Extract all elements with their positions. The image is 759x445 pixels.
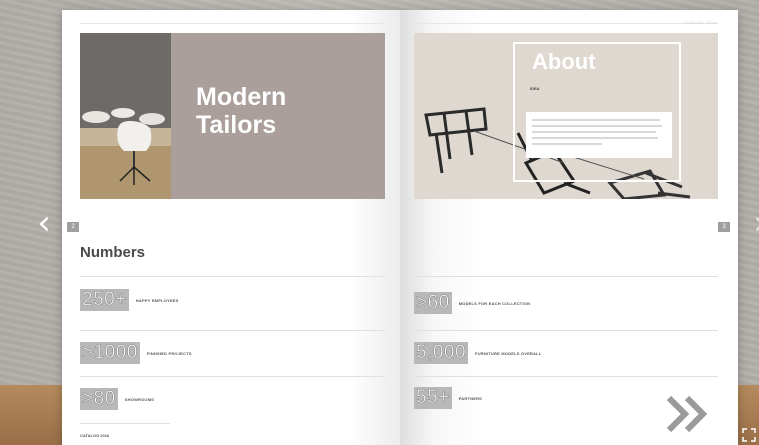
text-line (532, 143, 602, 145)
stat-value: >80 (80, 388, 118, 410)
hero-title-line1: Modern (196, 83, 287, 111)
double-chevron-right-icon[interactable] (665, 394, 711, 434)
header-tag: CATALOG 2016 (682, 20, 716, 25)
stat-value: 55+ (414, 387, 452, 409)
divider (414, 276, 718, 277)
fullscreen-icon[interactable] (742, 428, 756, 442)
page-number-right[interactable]: 3 (718, 222, 730, 232)
about-text-box (526, 112, 672, 158)
stat-item: 250+ HAPPY EMPLOYEES (80, 289, 179, 311)
stat-item: 55+ PARTNERS (414, 387, 482, 409)
hero-title-line2: Tailors (196, 111, 277, 139)
stat-item: 5,000 FURNITURE MODELS OVERALL (414, 342, 541, 364)
divider (80, 423, 170, 424)
hero-title: Modern Tailors (196, 83, 286, 139)
divider (80, 276, 385, 277)
text-line (532, 119, 660, 121)
divider (80, 376, 385, 377)
stat-value: 5,000 (414, 342, 469, 364)
text-line (532, 131, 656, 133)
chair-photo (80, 33, 171, 199)
text-line (532, 137, 658, 139)
right-page: CATALOG 2016 About IDEA 3 >60 MODELS FOR… (400, 10, 738, 445)
about-title: About (532, 49, 596, 74)
page-number-left[interactable]: 2 (67, 222, 79, 232)
stat-item: >60 MODELS FOR EACH COLLECTION (414, 292, 530, 314)
stat-item: >1000 FINISHED PROJECTS (80, 342, 192, 364)
stat-label: PARTNERS (458, 395, 483, 401)
stat-label: MODELS FOR EACH COLLECTION (458, 300, 531, 306)
footer-text: CATALOG 2016 (80, 433, 110, 438)
chevron-right-icon: › (753, 203, 759, 243)
divider (80, 330, 385, 331)
about-banner: About IDEA (414, 33, 718, 199)
stat-value: >60 (414, 292, 452, 314)
stat-value: 250+ (80, 289, 129, 311)
divider (414, 376, 718, 377)
hero-banner: Modern Tailors (80, 33, 385, 199)
stat-label: FURNITURE MODELS OVERALL (475, 350, 542, 356)
stat-value: >1000 (80, 342, 140, 364)
next-page-button[interactable]: › (750, 205, 759, 241)
chevron-left-icon: ‹ (37, 203, 51, 243)
top-divider (414, 23, 718, 24)
top-divider (80, 23, 385, 24)
left-page: Modern Tailors 2 Numbers 250+ HAPPY EMPL… (62, 10, 400, 445)
divider (414, 330, 718, 331)
prev-page-button[interactable]: ‹ (34, 205, 54, 241)
stat-label: SHOWROOMS (124, 396, 155, 402)
section-heading: Numbers (80, 244, 146, 261)
flipbook: Modern Tailors 2 Numbers 250+ HAPPY EMPL… (62, 10, 738, 445)
about-subtitle: IDEA (530, 86, 540, 91)
stat-label: FINISHED PROJECTS (146, 350, 192, 356)
text-line (532, 125, 662, 127)
stat-item: >80 SHOWROOMS (80, 388, 154, 410)
stat-label: HAPPY EMPLOYEES (135, 297, 179, 303)
